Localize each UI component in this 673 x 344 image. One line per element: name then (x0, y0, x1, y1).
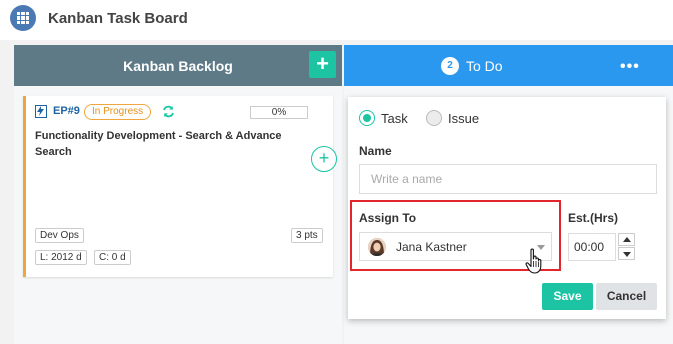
issue-radio-label[interactable]: Issue (448, 111, 479, 126)
team-tag: Dev Ops (35, 228, 84, 243)
decrement-icon[interactable] (618, 247, 635, 260)
sync-icon[interactable] (162, 105, 175, 118)
bolt-icon (35, 105, 47, 118)
increment-icon[interactable] (618, 233, 635, 246)
cycle-time-tag: C: 0 d (94, 250, 131, 265)
task-radio[interactable] (359, 110, 375, 126)
column-kanban-backlog: Kanban Backlog + EP#9 In Progress 0% Fun… (14, 45, 342, 344)
add-card-button[interactable]: + (309, 51, 336, 78)
add-subtask-button[interactable]: + (311, 146, 337, 172)
issue-radio[interactable] (426, 110, 442, 126)
task-card[interactable]: EP#9 In Progress 0% Functionality Develo… (23, 96, 337, 277)
estimate-input[interactable]: 00:00 (568, 233, 616, 261)
column-header: Kanban Backlog + (14, 45, 342, 86)
cancel-button[interactable]: Cancel (596, 283, 657, 310)
app-header: Kanban Task Board (0, 0, 673, 40)
name-label: Name (359, 144, 392, 158)
card-count-badge: 2 (441, 57, 459, 75)
column-title: To Do (466, 58, 503, 74)
lead-time-tag: L: 2012 d (35, 250, 87, 265)
card-id[interactable]: EP#9 (53, 105, 80, 117)
more-options-icon[interactable]: ••• (620, 58, 640, 76)
page-title: Kanban Task Board (48, 10, 188, 27)
status-badge: In Progress (84, 104, 152, 120)
card-title: Functionality Development - Search & Adv… (35, 130, 282, 158)
name-input[interactable] (359, 164, 657, 194)
column-header: 2 To Do ••• (344, 45, 673, 86)
column-title: Kanban Backlog (123, 58, 233, 74)
estimate-label: Est.(Hrs) (568, 211, 619, 225)
grid-icon[interactable] (10, 5, 36, 31)
points-tag: 3 pts (291, 228, 323, 243)
task-radio-label[interactable]: Task (381, 111, 408, 126)
progress-indicator: 0% (250, 106, 308, 119)
save-button[interactable]: Save (542, 283, 593, 310)
hand-cursor-icon (525, 248, 542, 274)
